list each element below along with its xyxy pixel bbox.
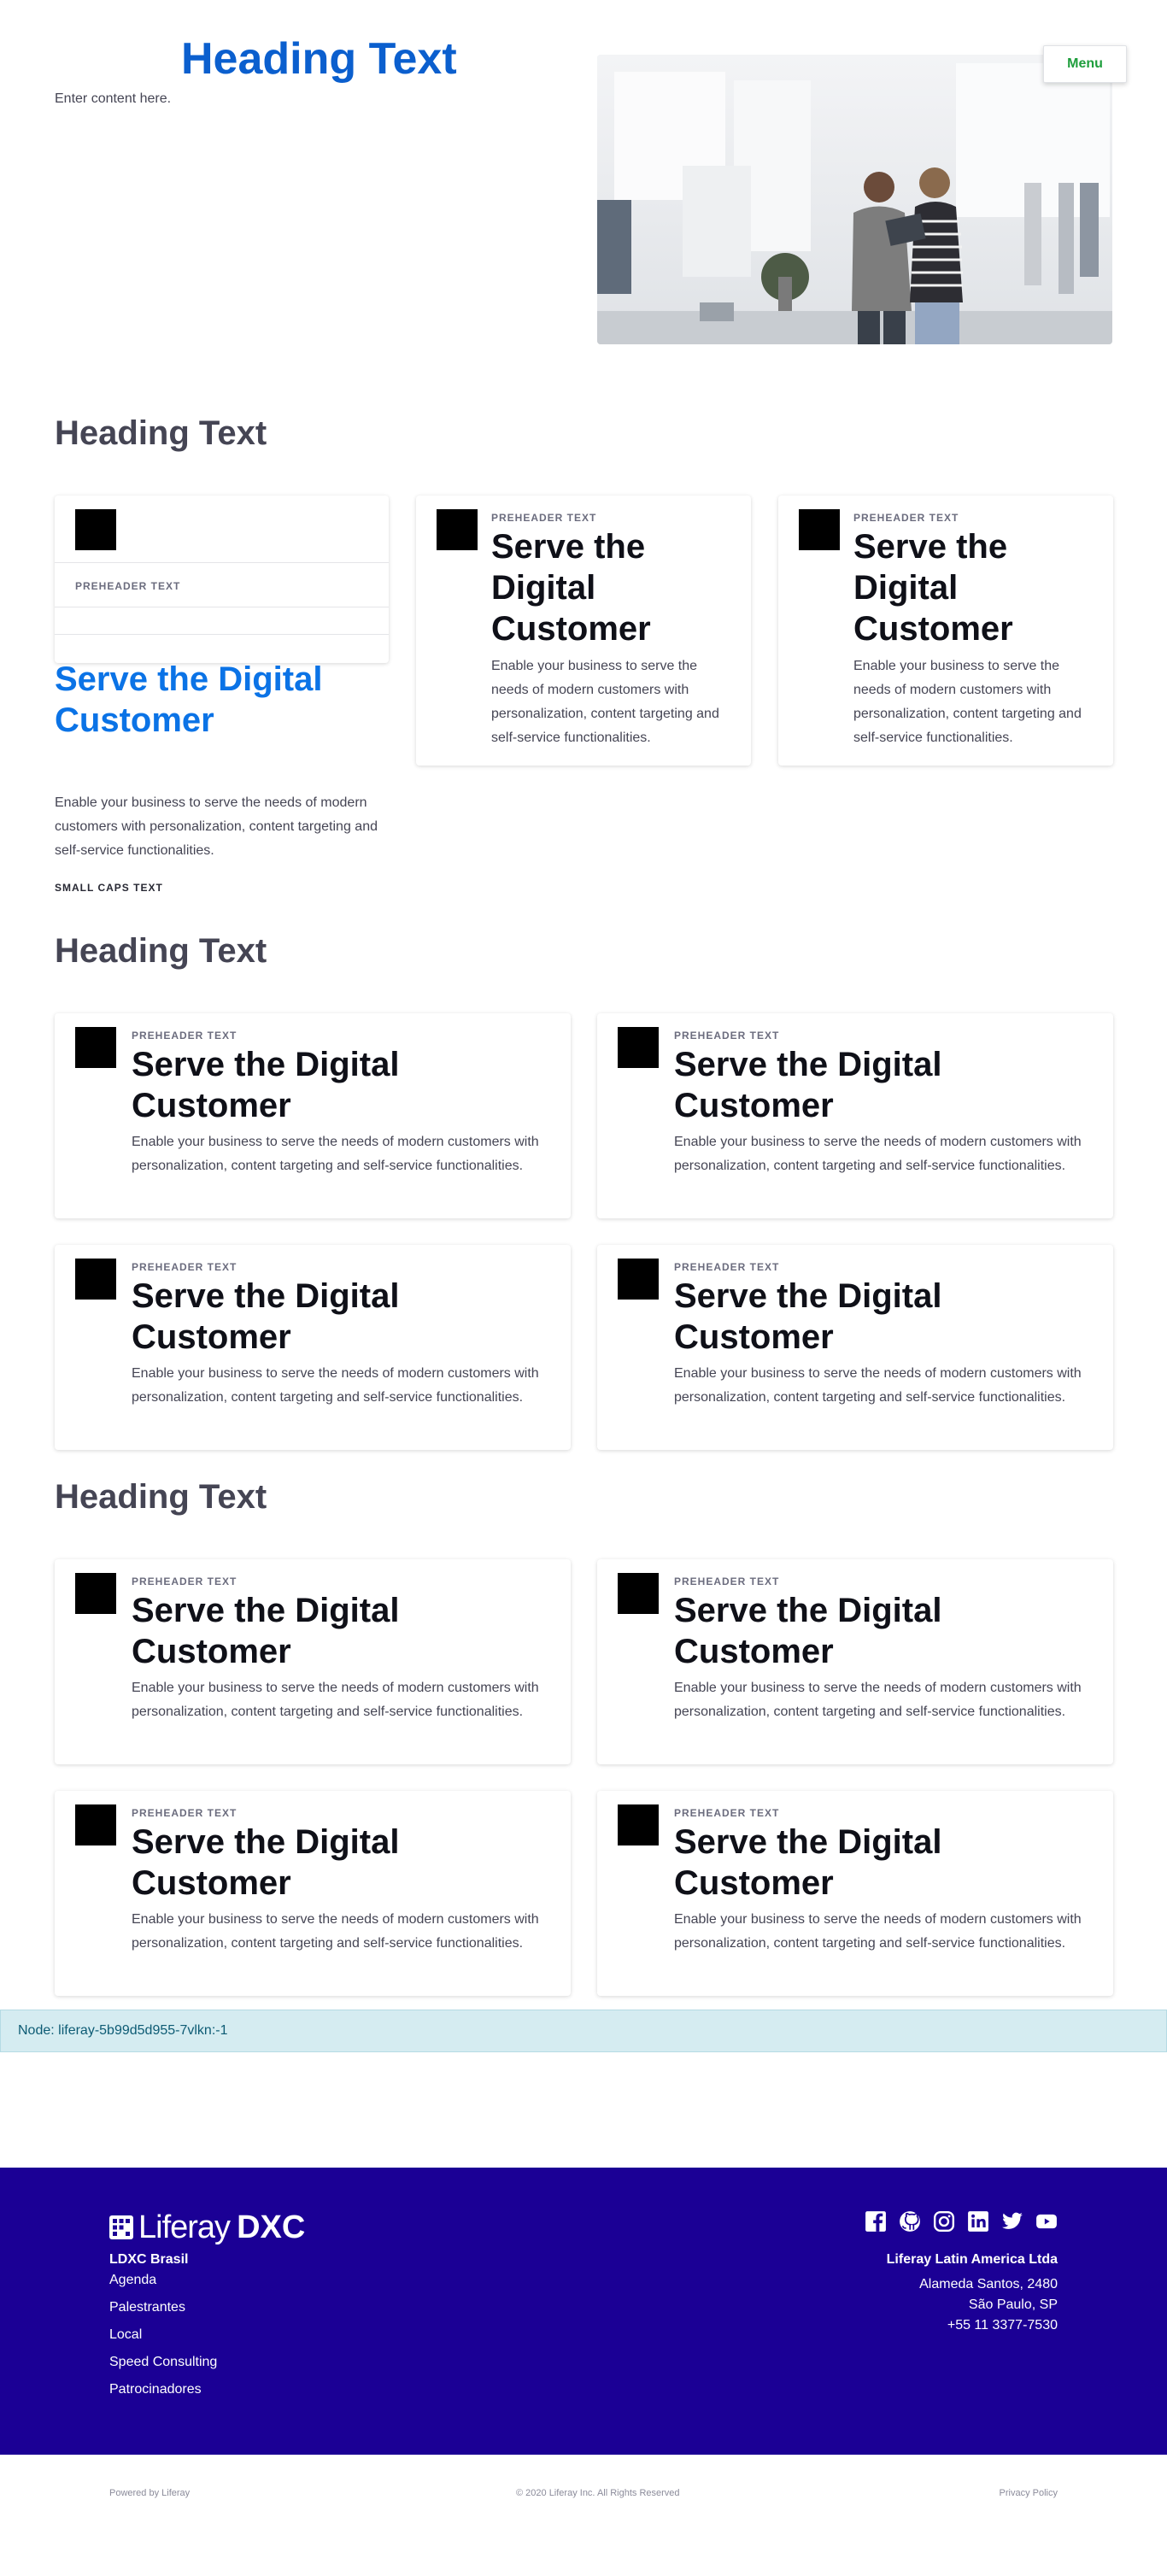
divider (55, 634, 389, 635)
card-image-placeholder (618, 1804, 659, 1845)
footer-company: Liferay Latin America Ltda (886, 2252, 1058, 2267)
twitter-icon[interactable] (1001, 2210, 1023, 2233)
footer-link-patrocinadores[interactable]: Patrocinadores (109, 2379, 202, 2400)
github-icon[interactable] (899, 2210, 921, 2233)
card-image-placeholder (75, 509, 116, 550)
footer-address-line2: São Paulo, SP (968, 2297, 1058, 2312)
shop-people-image (597, 55, 1112, 344)
content-card[interactable]: PREHEADER TEXT Serve the Digital Custome… (597, 1559, 1113, 1764)
youtube-icon[interactable] (1035, 2210, 1058, 2233)
menu-button[interactable]: Menu (1043, 45, 1127, 83)
liferay-dxc-logo[interactable]: Liferay DXC (109, 2210, 305, 2244)
site-footer: Liferay DXC LDXC Brasil Agenda Palestran… (0, 2168, 1167, 2455)
footer-link-palestrantes[interactable]: Palestrantes (109, 2297, 185, 2318)
content-card[interactable]: PREHEADER TEXT Serve the Digital Custome… (597, 1013, 1113, 1218)
card-preheader: PREHEADER TEXT (491, 512, 597, 524)
section-heading: Heading Text (55, 932, 267, 970)
content-card[interactable]: PREHEADER TEXT Serve the Digital Custome… (55, 1013, 571, 1218)
card-image-placeholder (618, 1027, 659, 1068)
card-title: Serve the Digital Customer (132, 1823, 400, 1902)
card-image-placeholder (75, 1804, 116, 1845)
logo-text-secondary: DXC (237, 2209, 306, 2245)
card-preheader: PREHEADER TEXT (674, 1576, 780, 1587)
copyright-text: © 2020 Liferay Inc. All Rights Reserved (516, 2488, 680, 2498)
card-image-placeholder (618, 1573, 659, 1614)
card-image-placeholder (75, 1573, 116, 1614)
footer-link-local[interactable]: Local (109, 2325, 142, 2345)
facebook-icon[interactable] (865, 2210, 887, 2233)
content-card[interactable]: PREHEADER TEXT Serve the Digital Custome… (597, 1791, 1113, 1996)
featured-title: Serve the Digital Customer (55, 660, 323, 739)
hero-subtext: Enter content here. (55, 91, 172, 106)
card-preheader: PREHEADER TEXT (132, 1261, 238, 1273)
content-card[interactable]: PREHEADER TEXT Serve the Digital Custome… (778, 496, 1113, 766)
linkedin-icon[interactable] (967, 2210, 989, 2233)
card-preheader: PREHEADER TEXT (132, 1807, 238, 1819)
card-preheader: PREHEADER TEXT (674, 1030, 780, 1042)
privacy-policy-link[interactable]: Privacy Policy (1000, 2486, 1058, 2500)
card-text: Enable your business to serve the needs … (674, 1366, 1082, 1405)
card-text: Enable your business to serve the needs … (132, 1912, 539, 1951)
footer-link-speed-consulting[interactable]: Speed Consulting (109, 2352, 217, 2373)
content-card[interactable]: PREHEADER TEXT Serve the Digital Custome… (55, 1791, 571, 1996)
node-info-alert: Node: liferay-5b99d5d955-7vlkn:-1 (0, 2010, 1167, 2052)
content-card[interactable]: PREHEADER TEXT Serve the Digital Custome… (55, 1559, 571, 1764)
footer-phone: +55 11 3377-7530 (947, 2318, 1058, 2332)
card-image-placeholder (75, 1259, 116, 1300)
liferay-logo-icon (109, 2215, 133, 2239)
section-heading: Heading Text (55, 1478, 267, 1516)
card-text: Enable your business to serve the needs … (674, 1912, 1082, 1951)
card-preheader: PREHEADER TEXT (132, 1576, 238, 1587)
instagram-icon[interactable] (933, 2210, 955, 2233)
card-title: Serve the Digital Customer (674, 1823, 942, 1902)
card-preheader: PREHEADER TEXT (75, 580, 181, 592)
card-text: Enable your business to serve the needs … (674, 1135, 1082, 1173)
card-text: Enable your business to serve the needs … (491, 659, 719, 745)
card-text: Enable your business to serve the needs … (674, 1681, 1082, 1719)
card-image-placeholder (618, 1259, 659, 1300)
featured-text: Enable your business to serve the needs … (55, 795, 378, 858)
card-text: Enable your business to serve the needs … (132, 1366, 539, 1405)
bottom-bar: Powered by Liferay © 2020 Liferay Inc. A… (0, 2455, 1167, 2576)
card-preheader: PREHEADER TEXT (853, 512, 959, 524)
hero-photo (597, 55, 1112, 344)
card-preheader: PREHEADER TEXT (132, 1030, 238, 1042)
divider (55, 562, 389, 563)
content-card[interactable]: PREHEADER TEXT Serve the Digital Custome… (55, 1245, 571, 1450)
small-caps-text: SMALL CAPS TEXT (55, 882, 163, 894)
card-title: Serve the Digital Customer (674, 1046, 942, 1124)
card-title: Serve the Digital Customer (853, 528, 1013, 648)
card-text: Enable your business to serve the needs … (853, 659, 1082, 745)
section-heading: Heading Text (55, 414, 267, 452)
card-image-placeholder (437, 509, 478, 550)
card-image-placeholder (799, 509, 840, 550)
card-title: Serve the Digital Customer (674, 1592, 942, 1670)
card-image-placeholder (75, 1027, 116, 1068)
content-card[interactable]: PREHEADER TEXT Serve the Digital Custome… (597, 1245, 1113, 1450)
content-card[interactable]: PREHEADER TEXT Serve the Digital Custome… (416, 496, 751, 766)
card-preheader: PREHEADER TEXT (674, 1807, 780, 1819)
footer-address-line1: Alameda Santos, 2480 (919, 2277, 1058, 2291)
featured-card[interactable]: PREHEADER TEXT (55, 496, 389, 663)
card-preheader: PREHEADER TEXT (674, 1261, 780, 1273)
card-title: Serve the Digital Customer (132, 1592, 400, 1670)
card-title: Serve the Digital Customer (674, 1277, 942, 1356)
footer-brand: LDXC Brasil (109, 2252, 189, 2267)
card-title: Serve the Digital Customer (491, 528, 651, 648)
powered-by-link[interactable]: Powered by Liferay (109, 2486, 190, 2500)
card-title: Serve the Digital Customer (132, 1046, 400, 1124)
footer-link-agenda[interactable]: Agenda (109, 2270, 156, 2291)
card-title: Serve the Digital Customer (132, 1277, 400, 1356)
logo-text-primary: Liferay (138, 2209, 231, 2245)
card-text: Enable your business to serve the needs … (132, 1135, 539, 1173)
card-text: Enable your business to serve the needs … (132, 1681, 539, 1719)
hero-heading: Heading Text (181, 34, 457, 84)
